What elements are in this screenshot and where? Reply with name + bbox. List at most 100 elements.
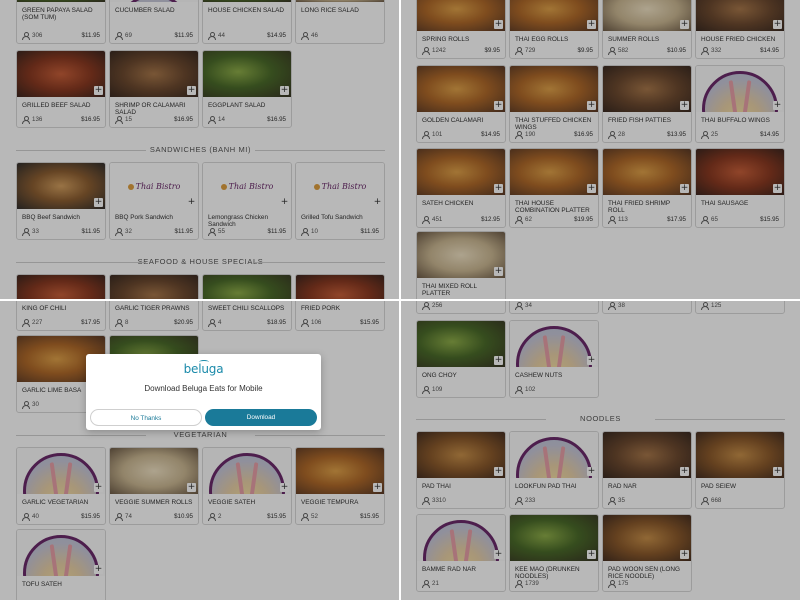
add-to-cart-button[interactable]: +	[680, 20, 689, 29]
menu-item-card[interactable]: 125	[695, 300, 785, 314]
menu-scroll-area[interactable]: + KING OF CHILI 227 $17.95 + GARLIC TIGER PRA…	[0, 300, 400, 600]
menu-item-card[interactable]: + SATEH CHICKEN 451 $12.95	[416, 148, 506, 228]
item-meta: 582 $10.95	[608, 47, 686, 55]
menu-item-card[interactable]: + VEGGIE SATEH 2 $15.95	[202, 447, 292, 525]
menu-item-card[interactable]: 256	[416, 300, 506, 314]
menu-item-card[interactable]: + EGGPLANT SALAD 14 $16.95	[202, 50, 292, 128]
menu-item-card[interactable]: + ONG CHOY 109	[416, 320, 506, 398]
add-to-cart-button[interactable]: +	[680, 101, 689, 110]
menu-item-card[interactable]: + THAI EGG ROLLS 729 $9.95	[509, 0, 599, 59]
add-to-cart-button[interactable]: +	[280, 483, 289, 492]
menu-item-card[interactable]: + THAI STUFFED CHICKEN WINGS 190 $16.95	[509, 65, 599, 143]
menu-item-card[interactable]: + HOUSE FRIED CHICKEN 332 $14.95	[695, 0, 785, 59]
add-to-cart-button[interactable]: +	[680, 550, 689, 559]
menu-item-card[interactable]: + THAI FRIED SHRIMP ROLL 113 $17.95	[602, 148, 692, 228]
menu-item-card[interactable]	[202, 274, 292, 300]
menu-item-card[interactable]: + CASHEW NUTS 102	[509, 320, 599, 398]
menu-item-card[interactable]: Thai Bistro + BBQ Pork Sandwich 32 $11.95	[109, 162, 199, 240]
add-to-cart-button[interactable]: +	[494, 267, 503, 276]
item-price: $19.95	[574, 216, 593, 223]
menu-item-card[interactable]	[16, 274, 106, 300]
item-price: $11.95	[174, 228, 193, 235]
item-meta: 69 $11.95	[115, 32, 193, 40]
menu-item-card[interactable]: + THAI HOUSE COMBINATION PLATTER 62 $19.95	[509, 148, 599, 228]
menu-item-card[interactable]: + SUMMER ROLLS 582 $10.95	[602, 0, 692, 59]
menu-item-card[interactable]: + VEGGIE SUMMER ROLLS 74 $10.95	[109, 447, 199, 525]
add-to-cart-button[interactable]: +	[494, 550, 503, 559]
menu-item-card[interactable]: + GRILLED BEEF SALAD 136 $16.95	[16, 50, 106, 128]
menu-item-card[interactable]: +GARLIC TIGER PRAWNS8$20.95	[109, 300, 199, 331]
add-to-cart-button[interactable]: +	[587, 467, 596, 476]
add-to-cart-button[interactable]: +	[187, 483, 196, 492]
menu-item-card[interactable]: + GARLIC VEGETARIAN 40 $15.95	[16, 447, 106, 525]
add-to-cart-button[interactable]: +	[373, 483, 382, 492]
menu-item-card[interactable]: +SWEET CHILI SCALLOPS4$18.95	[202, 300, 292, 331]
menu-item-card[interactable]: + VEGGIE TEMPURA 52 $15.95	[295, 447, 385, 525]
add-to-cart-button[interactable]: +	[94, 565, 103, 574]
menu-item-card[interactable]: + KEE MAO (DRUNKEN NOODLES) 1739	[509, 514, 599, 592]
menu-item-card[interactable]: 38	[602, 300, 692, 314]
menu-item-card[interactable]: + GOLDEN CALAMARI 101 $14.95	[416, 65, 506, 143]
add-to-cart-button[interactable]: +	[587, 101, 596, 110]
add-to-cart-button[interactable]: +	[587, 20, 596, 29]
add-to-cart-button[interactable]: +	[494, 20, 503, 29]
add-to-cart-button[interactable]: +	[773, 20, 782, 29]
add-to-cart-button[interactable]: +	[587, 550, 596, 559]
add-to-cart-button[interactable]: +	[494, 184, 503, 193]
add-to-cart-button[interactable]: +	[94, 483, 103, 492]
menu-item-card[interactable]: Thai Bistro + Grilled Tofu Sandwich 10 $11.9…	[295, 162, 385, 240]
menu-item-card[interactable]: + BBQ Beef Sandwich 33 $11.95	[16, 162, 106, 240]
menu-item-card[interactable]	[109, 274, 199, 300]
menu-item-card[interactable]: + RAD NAR 35	[602, 431, 692, 509]
download-button[interactable]: Download	[205, 409, 317, 426]
add-to-cart-button[interactable]: +	[187, 198, 196, 207]
add-to-cart-button[interactable]: +	[280, 86, 289, 95]
add-to-cart-button[interactable]: +	[187, 86, 196, 95]
add-to-cart-button[interactable]: +	[94, 198, 103, 207]
add-to-cart-button[interactable]: +	[680, 184, 689, 193]
add-to-cart-button[interactable]: +	[494, 356, 503, 365]
menu-item-card[interactable]: +LONG RICE SALAD46	[295, 0, 385, 44]
user-icon	[301, 32, 309, 40]
menu-item-card[interactable]: + LOOKFUN PAD THAI 233	[509, 431, 599, 509]
menu-item-card[interactable]: + PAD THAI 3310	[416, 431, 506, 509]
menu-scroll-area[interactable]: + GREEN PAPAYA SALAD (SOM TUM) 306 $11.95 + C…	[0, 0, 400, 300]
menu-item-card[interactable]: +CUCUMBER SALAD69$11.95	[109, 0, 199, 44]
add-to-cart-button[interactable]: +	[773, 101, 782, 110]
menu-item-card[interactable]: +GREEN PAPAYA SALAD (SOM TUM)306$11.95	[16, 0, 106, 44]
item-image	[417, 515, 505, 561]
menu-item-card[interactable]: + THAI MIXED ROLL PLATTER	[416, 231, 506, 300]
add-to-cart-button[interactable]: +	[773, 467, 782, 476]
order-count: 10	[311, 228, 318, 235]
menu-item-card[interactable]: 34	[509, 300, 599, 314]
no-thanks-button[interactable]: No Thanks	[90, 409, 202, 426]
add-to-cart-button[interactable]: +	[494, 467, 503, 476]
menu-item-card[interactable]: Thai Bistro + Lemongrass Chicken Sandwich 5…	[202, 162, 292, 240]
menu-item-card[interactable]: +HOUSE CHICKEN SALAD44$14.95	[202, 0, 292, 44]
add-to-cart-button[interactable]: +	[94, 86, 103, 95]
menu-item-card[interactable]: + SPRING ROLLS 1242 $9.95	[416, 0, 506, 59]
item-meta: 38	[608, 302, 686, 310]
menu-scroll-area[interactable]: 256 34 38 125 + ONG CHOY 109 + CASHEW NUTS 102 + PA…	[400, 300, 800, 600]
menu-item-card[interactable]	[295, 274, 385, 300]
add-to-cart-button[interactable]: +	[680, 467, 689, 476]
add-to-cart-button[interactable]: +	[587, 356, 596, 365]
menu-item-card[interactable]: +FRIED PORK106$15.95	[295, 300, 385, 331]
menu-item-card[interactable]: + FRIED FISH PATTIES 28 $13.95	[602, 65, 692, 143]
item-meta: 227 $17.95	[22, 319, 100, 327]
menu-item-card[interactable]: + PAD WOON SEN (LONG RICE NOODLE) 175	[602, 514, 692, 592]
add-to-cart-button[interactable]: +	[773, 184, 782, 193]
menu-item-card[interactable]: + TOFU SATEH	[16, 529, 106, 600]
menu-scroll-area[interactable]: + SPRING ROLLS 1242 $9.95 + THAI EGG ROLLS 729…	[400, 0, 800, 300]
menu-item-card[interactable]: + PAD SEIEW 668	[695, 431, 785, 509]
item-image: Thai Bistro	[203, 163, 291, 209]
add-to-cart-button[interactable]: +	[587, 184, 596, 193]
menu-item-card[interactable]: + THAI BUFFALO WINGS 25 $14.95	[695, 65, 785, 143]
menu-item-card[interactable]: + THAI SAUSAGE 65 $15.95	[695, 148, 785, 228]
add-to-cart-button[interactable]: +	[280, 198, 289, 207]
add-to-cart-button[interactable]: +	[494, 101, 503, 110]
menu-item-card[interactable]: + BAMME RAD NAR 21	[416, 514, 506, 592]
menu-item-card[interactable]: + SHRIMP OR CALAMARI SALAD 15 $16.95	[109, 50, 199, 128]
add-to-cart-button[interactable]: +	[373, 198, 382, 207]
menu-item-card[interactable]: +KING OF CHILI227$17.95	[16, 300, 106, 331]
